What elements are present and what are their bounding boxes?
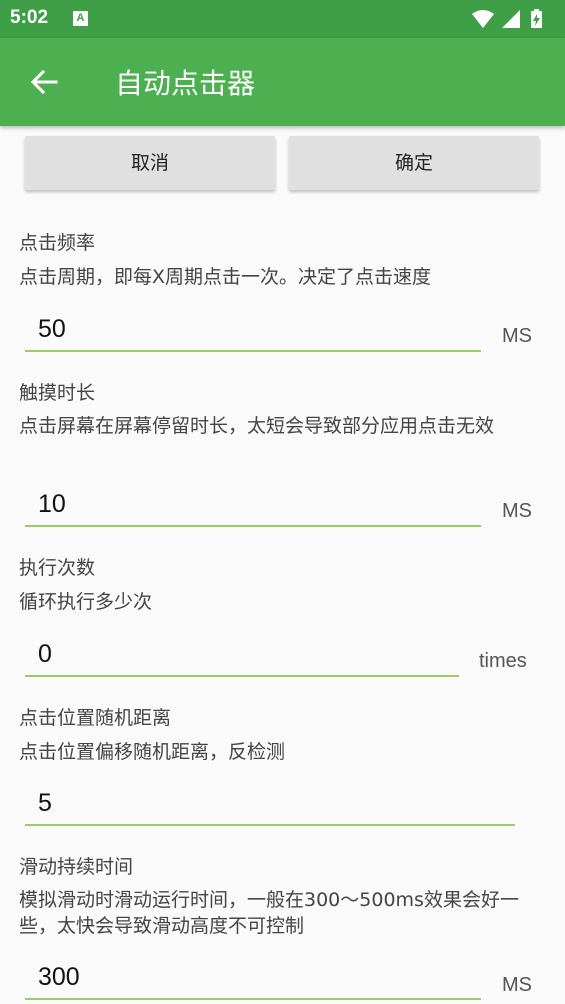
touch-duration-value: 10 — [38, 490, 66, 518]
status-icons — [470, 8, 555, 30]
random-offset-input[interactable]: 5 — [25, 784, 515, 826]
app-bar: 自动点击器 — [0, 38, 565, 126]
cancel-button[interactable]: 取消 — [25, 136, 275, 190]
random-offset-value: 5 — [38, 789, 52, 817]
repeat-count-unit: times — [479, 650, 527, 672]
repeat-count-label: 执行次数 — [19, 557, 96, 579]
click-frequency-description: 点击周期，即每X周期点击一次。决定了点击速度 — [19, 266, 432, 288]
click-frequency-value: 50 — [38, 315, 66, 343]
back-button[interactable] — [20, 58, 68, 106]
signal-icon — [502, 10, 520, 28]
wifi-icon — [472, 10, 494, 28]
swipe-duration-label: 滑动持续时间 — [19, 856, 134, 878]
click-frequency-label: 点击频率 — [19, 232, 96, 254]
status-time: 5:02 — [10, 7, 49, 28]
random-offset-description: 点击位置偏移随机距离，反检测 — [19, 741, 286, 763]
swipe-duration-unit: MS — [502, 974, 532, 996]
repeat-count-input[interactable]: 0 — [25, 635, 459, 677]
random-offset-label: 点击位置随机距离 — [19, 707, 172, 729]
touch-duration-label: 触摸时长 — [19, 382, 96, 404]
arrow-left-icon — [30, 69, 58, 95]
swipe-duration-description: 模拟滑动时滑动运行时间，一般在300～500ms效果会好一些，太快会导致滑动高度… — [19, 889, 519, 937]
swipe-duration-input[interactable]: 300 — [25, 958, 481, 1000]
swipe-duration-value: 300 — [38, 963, 80, 991]
battery-charging-icon — [531, 9, 542, 28]
click-frequency-unit: MS — [502, 325, 532, 347]
click-frequency-input[interactable]: 50 — [25, 310, 481, 352]
touch-duration-input[interactable]: 10 — [25, 485, 481, 527]
confirm-button[interactable]: 确定 — [289, 136, 539, 190]
repeat-count-value: 0 — [38, 640, 52, 668]
touch-duration-unit: MS — [502, 500, 532, 522]
notification-icon: A — [73, 11, 88, 26]
repeat-count-description: 循环执行多少次 — [19, 591, 153, 613]
status-bar: 5:02 A — [0, 0, 565, 38]
touch-duration-description: 点击屏幕在屏幕停留时长，太短会导致部分应用点击无效 — [19, 415, 495, 437]
page-title: 自动点击器 — [115, 67, 256, 100]
